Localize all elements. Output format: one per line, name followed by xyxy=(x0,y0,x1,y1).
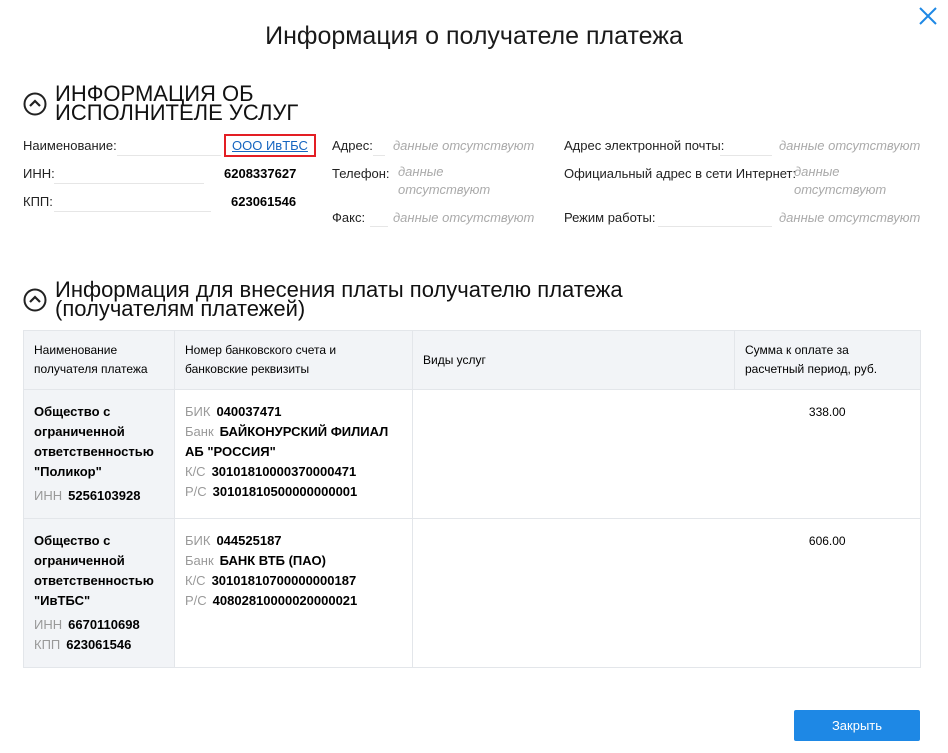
services-cell xyxy=(412,518,735,668)
website-value: данные отсутствуют xyxy=(794,164,887,197)
ks-value: 30101810000370000471 xyxy=(211,464,357,479)
website-label: Официальный адрес в сети Интернет: xyxy=(564,166,797,181)
collapse-icon[interactable] xyxy=(23,92,47,116)
rs-label: Р/С xyxy=(185,593,207,608)
close-button[interactable]: Закрыть xyxy=(794,710,920,741)
dialog-title: Информация о получателе платежа xyxy=(265,22,683,50)
section-title: ИНФОРМАЦИЯ ОБ ИСПОЛНИТЕЛЕ УСЛУГ xyxy=(55,81,299,125)
inn-value: 6670110698 xyxy=(68,617,140,632)
section-title: Информация для внесения платы получателю… xyxy=(55,277,623,321)
kpp-label: КПП xyxy=(34,637,61,652)
rs-value: 40802810000020000021 xyxy=(212,593,358,608)
inn-label: ИНН xyxy=(34,488,63,503)
email-value: данные отсутствуют xyxy=(779,138,921,153)
bank-label: Банк xyxy=(185,553,214,568)
recipient-name: Общество с ограниченной ответственностью… xyxy=(34,533,154,608)
inn-label: ИНН xyxy=(34,617,63,632)
hours-value: данные отсутствуют xyxy=(779,210,921,225)
bik-label: БИК xyxy=(185,404,211,419)
ks-label: К/С xyxy=(185,573,206,588)
phone-value: данные отсутствуют xyxy=(398,164,491,197)
bik-label: БИК xyxy=(185,533,211,548)
rs-label: Р/С xyxy=(185,484,207,499)
rs-value: 30101810500000000001 xyxy=(212,484,358,499)
section-header-provider[interactable]: ИНФОРМАЦИЯ ОБ ИСПОЛНИТЕЛЕ УСЛУГ xyxy=(23,81,395,125)
name-label: Наименование: xyxy=(23,138,117,153)
kpp-value: 623061546 xyxy=(66,637,132,652)
address-value: данные отсутствуют xyxy=(393,138,535,153)
bik-value: 040037471 xyxy=(216,404,282,419)
table-row: Общество с ограниченной ответственностью… xyxy=(23,518,921,668)
sum-value: 338.00 xyxy=(734,389,921,519)
close-icon[interactable] xyxy=(916,4,940,28)
hours-label: Режим работы: xyxy=(564,210,656,225)
payment-recipients-table: Наименование получателя платежа Номер ба… xyxy=(23,330,921,668)
kpp-label: КПП: xyxy=(23,194,53,209)
sum-value: 606.00 xyxy=(734,518,921,668)
phone-label: Телефон: xyxy=(332,166,390,181)
inn-value: 6208337627 xyxy=(224,166,297,181)
address-label: Адрес: xyxy=(332,138,373,153)
bank-value: БАЙКОНУРСКИЙ ФИЛИАЛ АБ "РОССИЯ" xyxy=(185,424,389,459)
provider-name-link[interactable]: ООО ИвТБС xyxy=(224,134,316,157)
inn-value: 5256103928 xyxy=(68,488,141,503)
collapse-icon[interactable] xyxy=(23,288,47,312)
ks-label: К/С xyxy=(185,464,206,479)
services-cell xyxy=(412,389,735,519)
fax-value: данные отсутствуют xyxy=(393,210,535,225)
bank-value: БАНК ВТБ (ПАО) xyxy=(219,553,326,568)
bik-value: 044525187 xyxy=(216,533,282,548)
table-row: Общество с ограниченной ответственностью… xyxy=(23,389,921,519)
column-header: Наименование получателя платежа xyxy=(23,330,175,390)
column-header: Виды услуг xyxy=(412,330,735,390)
recipient-name: Общество с ограниченной ответственностью… xyxy=(34,404,154,479)
inn-label: ИНН: xyxy=(23,166,55,181)
fax-label: Факс: xyxy=(332,210,366,225)
section-header-payment[interactable]: Информация для внесения платы получателю… xyxy=(23,277,655,321)
column-header: Сумма к оплате за расчетный период, руб. xyxy=(734,330,921,390)
column-header: Номер банковского счета и банковские рек… xyxy=(174,330,413,390)
kpp-value: 623061546 xyxy=(231,194,297,209)
bank-label: Банк xyxy=(185,424,214,439)
ks-value: 30101810700000000187 xyxy=(211,573,357,588)
email-label: Адрес электронной почты: xyxy=(564,138,725,153)
